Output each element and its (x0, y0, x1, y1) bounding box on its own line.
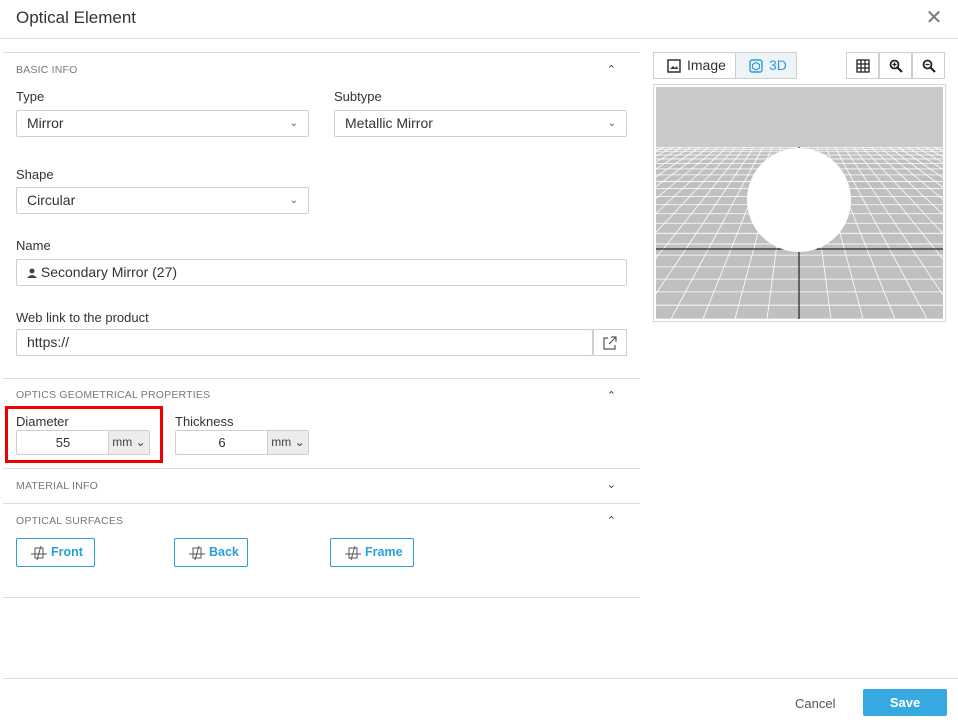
open-link-button[interactable] (593, 329, 627, 356)
chevron-up-icon[interactable]: ⌃ (607, 389, 616, 402)
chevron-down-icon: ⌄ (289, 195, 298, 206)
grid-icon (856, 59, 870, 73)
chevron-down-icon: ⌄ (289, 118, 298, 129)
thickness-input[interactable]: 6 mm ⌄ (175, 430, 309, 455)
3d-viewer[interactable] (653, 84, 946, 322)
thickness-unit-select[interactable]: mm ⌄ (267, 431, 308, 454)
surface-icon (31, 545, 47, 561)
external-link-icon (603, 336, 617, 350)
subtype-value: Metallic Mirror (345, 115, 433, 131)
cube-icon (749, 59, 763, 73)
name-input[interactable]: Secondary Mirror (27) (16, 259, 627, 286)
name-label: Name (16, 238, 51, 253)
diameter-highlight (5, 406, 163, 463)
form-panel: BASIC INFO ⌃ Type Mirror ⌄ Subtype Metal… (3, 52, 640, 598)
thickness-value: 6 (218, 435, 226, 450)
frame-label: Frame (365, 545, 403, 559)
shape-label: Shape (16, 167, 54, 182)
zoom-out-icon (922, 59, 936, 73)
subtype-select[interactable]: Metallic Mirror ⌄ (334, 110, 627, 137)
weblink-label: Web link to the product (16, 310, 149, 325)
zoom-in-icon (889, 59, 903, 73)
tab-3d-label: 3D (769, 57, 787, 73)
zoom-out-button[interactable] (912, 52, 945, 79)
shape-value: Circular (27, 192, 76, 208)
basic-info-title: BASIC INFO (16, 64, 78, 76)
type-label: Type (16, 89, 45, 104)
back-surface-button[interactable]: Back (174, 538, 248, 567)
back-label: Back (209, 545, 239, 559)
chevron-down-icon: ⌄ (607, 118, 616, 129)
surface-icon (345, 545, 361, 561)
grid-button[interactable] (846, 52, 879, 79)
save-button[interactable]: Save (863, 689, 947, 716)
chevron-up-icon[interactable]: ⌃ (607, 63, 616, 76)
surfaces-section: OPTICAL SURFACES ⌃ Front Back Frame (3, 503, 640, 598)
shape-select[interactable]: Circular ⌄ (16, 187, 309, 214)
close-icon[interactable]: ✕ (924, 8, 944, 28)
cancel-button[interactable]: Cancel (795, 696, 835, 711)
frame-surface-button[interactable]: Frame (330, 538, 414, 567)
weblink-value: https:// (27, 334, 70, 350)
dialog-title: Optical Element (16, 8, 136, 27)
subtype-label: Subtype (334, 89, 382, 104)
surface-icon (189, 545, 205, 561)
chevron-down-icon: ⌄ (294, 435, 305, 449)
material-section: MATERIAL INFO ⌄ (3, 468, 640, 503)
type-select[interactable]: Mirror ⌄ (16, 110, 309, 137)
tab-image[interactable]: Image (653, 52, 736, 79)
dialog-footer (3, 678, 958, 679)
material-title: MATERIAL INFO (16, 480, 98, 492)
type-value: Mirror (27, 115, 64, 131)
weblink-input[interactable]: https:// (16, 329, 593, 356)
basic-info-section: BASIC INFO ⌃ Type Mirror ⌄ Subtype Metal… (3, 52, 640, 378)
name-value: Secondary Mirror (27) (40, 264, 178, 280)
zoom-in-button[interactable] (879, 52, 912, 79)
viewer-scene[interactable] (656, 87, 943, 319)
tab-image-label: Image (687, 57, 726, 73)
image-icon (667, 59, 681, 73)
dialog-header: Optical Element ✕ (0, 0, 958, 39)
thickness-label: Thickness (175, 414, 234, 429)
geometry-title: OPTICS GEOMETRICAL PROPERTIES (16, 389, 211, 401)
chevron-down-icon[interactable]: ⌄ (607, 478, 616, 491)
front-surface-button[interactable]: Front (16, 538, 95, 567)
front-label: Front (51, 545, 83, 559)
user-icon (27, 268, 37, 278)
chevron-up-icon[interactable]: ⌃ (607, 514, 616, 527)
surfaces-title: OPTICAL SURFACES (16, 515, 124, 527)
tab-3d[interactable]: 3D (735, 52, 797, 79)
thickness-unit: mm (271, 435, 292, 449)
